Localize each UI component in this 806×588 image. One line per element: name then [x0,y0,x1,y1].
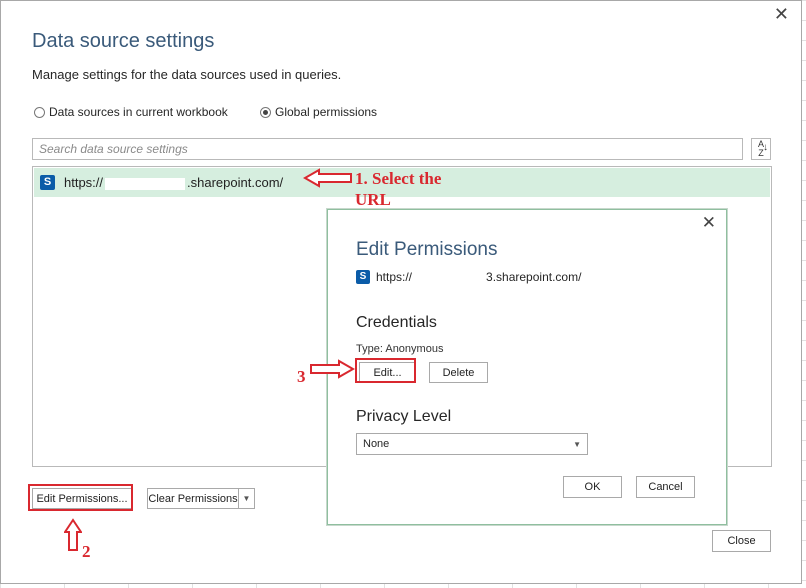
close-button[interactable]: Close [712,530,771,552]
radio-button-selected[interactable] [260,106,271,118]
radio-label: Data sources in current workbook [49,105,228,119]
edit-permissions-title: Edit Permissions [356,239,498,260]
search-input[interactable] [32,138,743,160]
sharepoint-icon: S [356,270,370,284]
close-icon[interactable]: ✕ [702,213,716,233]
credentials-heading: Credentials [356,314,437,331]
arrow-left-icon [303,168,352,188]
cancel-button[interactable]: Cancel [636,476,695,498]
chevron-down-icon: ▼ [573,439,581,449]
sharepoint-icon: S [40,175,55,190]
radio-label: Global permissions [275,105,378,119]
radio-button[interactable] [34,106,45,118]
privacy-level-value: None [363,438,390,450]
annotation-step2: 2 [82,542,91,561]
arrow-up-icon [64,518,82,551]
radio-current-workbook[interactable]: Data sources in current workbook [34,105,228,119]
close-icon[interactable]: ✕ [774,5,789,23]
redaction [414,271,485,283]
edit-permissions-url: S https://3.sharepoint.com/ [356,270,581,284]
annotation-step3: 3 [297,367,306,386]
radio-global-permissions[interactable]: Global permissions [260,105,377,119]
chevron-down-icon: ▼ [242,494,251,503]
privacy-level-heading: Privacy Level [356,408,452,425]
clear-permissions-button[interactable]: Clear Permissions [147,488,238,509]
arrow-right-icon [310,359,355,379]
dialog-title: Data source settings [32,30,215,52]
clear-permissions-dropdown[interactable]: ▼ [238,488,255,509]
highlight-edit-permissions [28,484,133,511]
highlight-edit-credentials [355,358,416,383]
privacy-level-select[interactable]: None ▼ [356,433,588,455]
ok-button[interactable]: OK [563,476,622,498]
redaction [105,177,186,190]
dialog-subtitle: Manage settings for the data sources use… [32,67,342,82]
credential-type: Type: Anonymous [356,343,444,355]
annotation-step1-line2: URL [355,190,391,209]
sort-az-icon[interactable]: A Z ↓ [751,138,771,160]
list-item-url: https://.sharepoint.com/ [64,175,284,190]
delete-credentials-button[interactable]: Delete [429,362,488,383]
annotation-step1-line1: 1. Select the [355,169,442,188]
